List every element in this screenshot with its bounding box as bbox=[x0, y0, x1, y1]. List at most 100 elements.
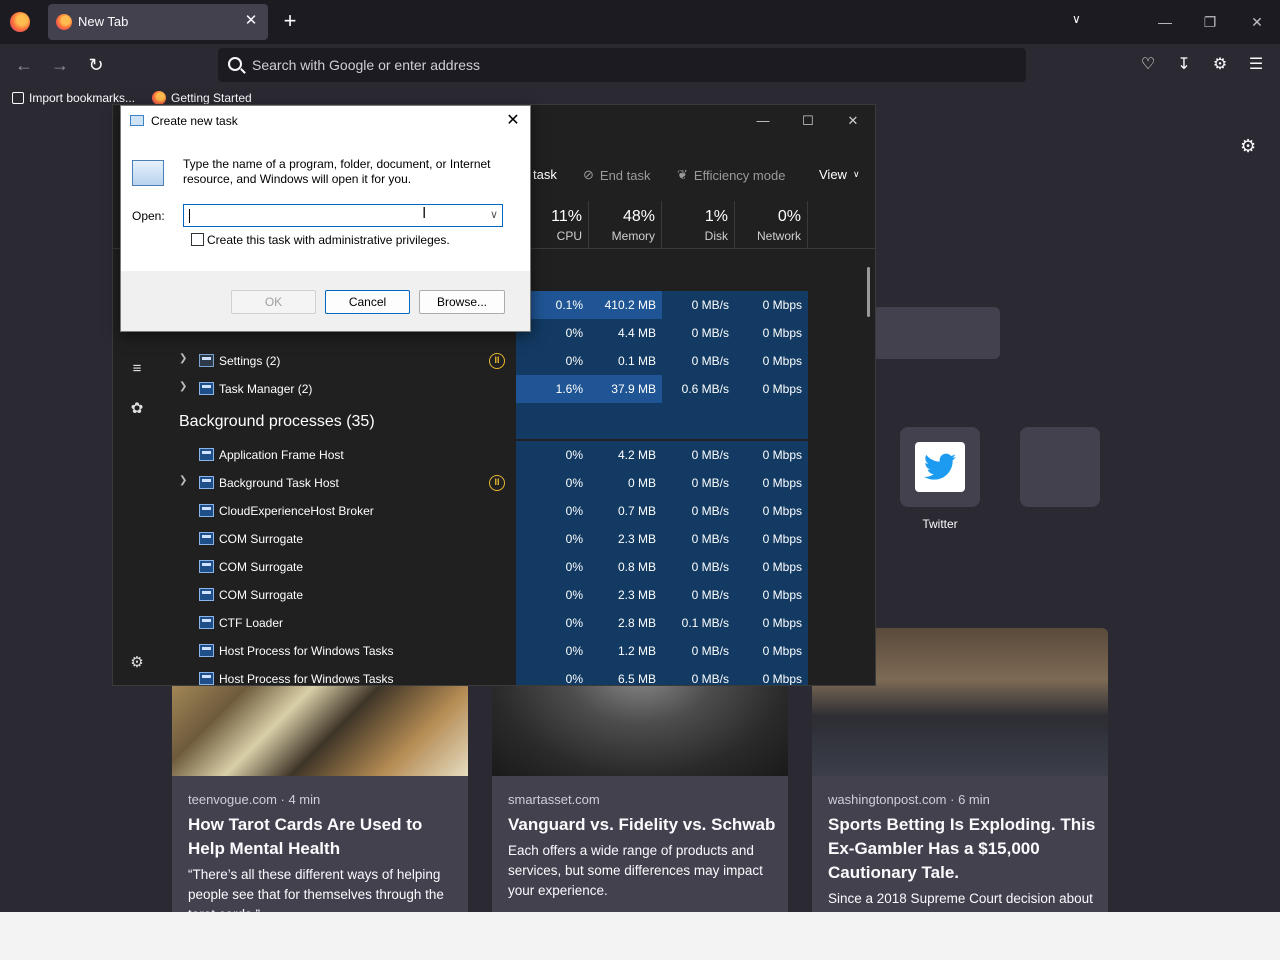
process-row[interactable]: Host Process for Windows Tasks 0% 1.2 MB… bbox=[161, 637, 875, 665]
process-row[interactable]: CloudExperienceHost Broker 0% 0.7 MB 0 M… bbox=[161, 497, 875, 525]
disk-value: 0 MB/s bbox=[662, 469, 735, 497]
process-row[interactable]: CTF Loader 0% 2.8 MB 0.1 MB/s 0 Mbps bbox=[161, 609, 875, 637]
network-value: 0 Mbps bbox=[735, 441, 808, 469]
twitter-icon bbox=[915, 442, 965, 492]
expand-chevron-icon[interactable]: ❯ bbox=[179, 475, 187, 486]
column-header-disk[interactable]: 1% Disk bbox=[662, 201, 735, 249]
cpu-value: 0% bbox=[516, 347, 589, 375]
reload-icon[interactable]: ↻ bbox=[84, 53, 108, 77]
new-tab-button[interactable]: + bbox=[280, 10, 300, 32]
cpu-value: 0% bbox=[516, 637, 589, 665]
tm-minimize-icon[interactable]: — bbox=[753, 111, 773, 131]
cpu-value: 1.6% bbox=[516, 375, 589, 403]
shortcut-tile-empty[interactable] bbox=[1020, 427, 1100, 507]
page-settings-icon[interactable]: ⚙ bbox=[1240, 136, 1256, 157]
admin-privileges-label[interactable]: Create this task with administrative pri… bbox=[207, 233, 450, 247]
memory-value: 4.2 MB bbox=[589, 441, 662, 469]
network-value: 0 Mbps bbox=[735, 581, 808, 609]
process-name: Settings (2) bbox=[219, 354, 281, 368]
suspended-status-icon: II bbox=[489, 475, 505, 491]
cpu-value: 0% bbox=[516, 553, 589, 581]
memory-value: 37.9 MB bbox=[589, 375, 662, 403]
admin-privileges-checkbox[interactable] bbox=[191, 233, 204, 246]
network-value: 0 Mbps bbox=[735, 497, 808, 525]
firefox-icon[interactable] bbox=[10, 12, 30, 32]
process-name: COM Surrogate bbox=[219, 588, 304, 602]
disk-total: 1% bbox=[704, 208, 728, 225]
column-header-memory[interactable]: 48% Memory bbox=[589, 201, 662, 249]
dialog-close-icon[interactable]: ✕ bbox=[502, 110, 524, 132]
memory-empty-cell bbox=[589, 403, 662, 439]
expand-chevron-icon[interactable]: ❯ bbox=[179, 381, 187, 392]
newtab-search-box[interactable] bbox=[872, 307, 1000, 359]
minimize-icon[interactable]: — bbox=[1153, 10, 1177, 34]
process-row[interactable]: ❯ Task Manager (2) 1.6% 37.9 MB 0.6 MB/s… bbox=[161, 375, 875, 403]
network-value: 0 Mbps bbox=[735, 319, 808, 347]
process-name: Application Frame Host bbox=[219, 448, 344, 462]
bookmark-import[interactable]: Import bookmarks... bbox=[12, 91, 135, 105]
process-row[interactable]: COM Surrogate 0% 0.8 MB 0 MB/s 0 Mbps bbox=[161, 553, 875, 581]
process-list-scrollbar[interactable] bbox=[867, 267, 870, 317]
menu-icon[interactable]: ☰ bbox=[1246, 55, 1266, 75]
disk-value: 0 MB/s bbox=[662, 581, 735, 609]
process-row[interactable]: ❯ Background Task Host II 0% 0 MB 0 MB/s… bbox=[161, 469, 875, 497]
address-bar[interactable]: Search with Google or enter address bbox=[218, 48, 1026, 82]
ok-button[interactable]: OK bbox=[231, 290, 316, 314]
sidebar-settings-icon[interactable]: ⚙ bbox=[127, 653, 147, 673]
view-menu-button[interactable]: View ∨ bbox=[819, 167, 860, 182]
sidebar-services-icon[interactable]: ✿ bbox=[127, 399, 147, 419]
process-icon bbox=[199, 560, 214, 573]
cancel-button[interactable]: Cancel bbox=[325, 290, 410, 314]
process-icon bbox=[199, 504, 214, 517]
pocket-icon[interactable]: ♡ bbox=[1138, 55, 1158, 75]
disk-value: 0.6 MB/s bbox=[662, 375, 735, 403]
open-label: Open: bbox=[132, 209, 165, 223]
back-icon[interactable]: ← bbox=[12, 53, 36, 77]
firefox-tab-icon bbox=[56, 14, 72, 30]
end-task-button[interactable]: ⊘ End task bbox=[583, 167, 651, 183]
process-icon bbox=[199, 588, 214, 601]
process-row[interactable]: Host Process for Windows Tasks 0% 6.5 MB… bbox=[161, 665, 875, 685]
memory-value: 0 MB bbox=[589, 469, 662, 497]
process-row[interactable]: Application Frame Host 0% 4.2 MB 0 MB/s … bbox=[161, 441, 875, 469]
forward-icon[interactable]: → bbox=[48, 53, 72, 77]
downloads-icon[interactable]: ↧ bbox=[1174, 55, 1194, 75]
memory-value: 0.7 MB bbox=[589, 497, 662, 525]
dialog-title: Create new task bbox=[151, 114, 238, 128]
story-source: smartasset.com bbox=[508, 792, 600, 807]
process-row[interactable]: ❯ Settings (2) II 0% 0.1 MB 0 MB/s 0 Mbp… bbox=[161, 347, 875, 375]
run-new-task-button[interactable]: task bbox=[533, 167, 557, 182]
shortcut-tile-twitter[interactable] bbox=[900, 427, 980, 507]
process-row[interactable]: COM Surrogate 0% 2.3 MB 0 MB/s 0 Mbps bbox=[161, 581, 875, 609]
tab-new-tab[interactable]: New Tab ✕ bbox=[48, 4, 268, 40]
browse-button[interactable]: Browse... bbox=[419, 290, 505, 314]
desktop-screen: New Tab ✕ + ∨ — ❐ ✕ ← → ↻ Search with Go… bbox=[0, 0, 1280, 912]
process-name: CloudExperienceHost Broker bbox=[219, 504, 374, 518]
text-caret bbox=[189, 209, 190, 223]
bookmark-label: Getting Started bbox=[171, 91, 252, 105]
create-new-task-dialog: Create new task ✕ Type the name of a pro… bbox=[120, 105, 531, 332]
expand-chevron-icon[interactable]: ❯ bbox=[179, 353, 187, 364]
disk-value: 0 MB/s bbox=[662, 637, 735, 665]
disk-value: 0.1 MB/s bbox=[662, 609, 735, 637]
tab-close-icon[interactable]: ✕ bbox=[242, 12, 260, 30]
tm-maximize-icon[interactable]: ☐ bbox=[798, 111, 818, 131]
bookmark-getting-started[interactable]: Getting Started bbox=[152, 91, 252, 105]
tm-close-icon[interactable]: ✕ bbox=[843, 111, 863, 131]
list-all-tabs-icon[interactable]: ∨ bbox=[1072, 12, 1081, 26]
efficiency-mode-button[interactable]: ❦ Efficiency mode bbox=[677, 167, 785, 183]
dialog-titlebar[interactable]: Create new task ✕ bbox=[121, 106, 530, 136]
extensions-icon[interactable]: ⚙ bbox=[1210, 55, 1230, 75]
window-close-icon[interactable]: ✕ bbox=[1245, 10, 1269, 34]
open-combobox[interactable]: ∨ bbox=[183, 204, 503, 227]
memory-value: 0.1 MB bbox=[589, 347, 662, 375]
network-empty-cell bbox=[735, 403, 808, 439]
process-row[interactable]: COM Surrogate 0% 2.3 MB 0 MB/s 0 Mbps bbox=[161, 525, 875, 553]
restore-icon[interactable]: ❐ bbox=[1198, 10, 1222, 34]
sidebar-processes-icon[interactable]: ≡ bbox=[127, 359, 147, 379]
chevron-down-icon[interactable]: ∨ bbox=[490, 208, 498, 221]
column-header-network[interactable]: 0% Network bbox=[735, 201, 808, 249]
network-label: Network bbox=[756, 229, 801, 243]
network-value: 0 Mbps bbox=[735, 469, 808, 497]
address-placeholder: Search with Google or enter address bbox=[252, 57, 481, 73]
